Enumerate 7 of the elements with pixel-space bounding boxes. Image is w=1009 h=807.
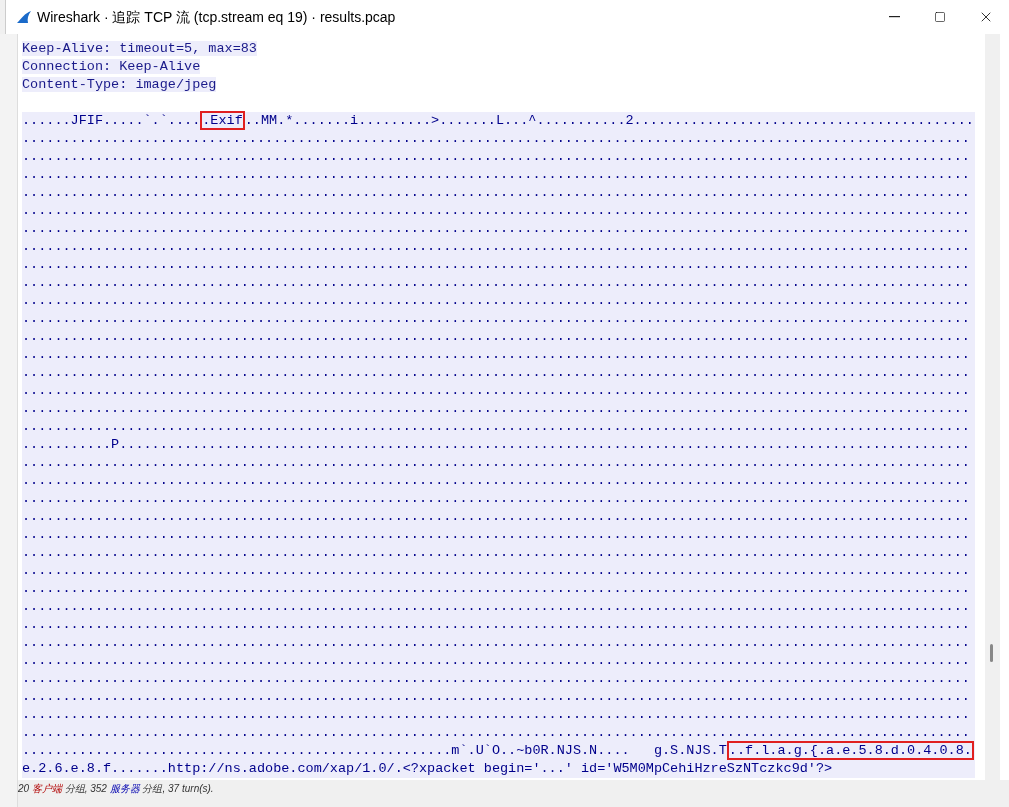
window-title: Wireshark · 追踪 TCP 流 (tcp.stream eq 19) · results.pcap — [37, 7, 396, 27]
minimize-icon — [888, 16, 900, 18]
scrollbar[interactable] — [985, 34, 1000, 780]
shark-fin-icon — [16, 10, 32, 24]
maximize-icon — [934, 11, 946, 23]
status-text: 20 客户端 分组, 352 服务器 分组, 37 turn(s). — [18, 781, 215, 796]
scrollbar-thumb[interactable] — [990, 644, 993, 662]
